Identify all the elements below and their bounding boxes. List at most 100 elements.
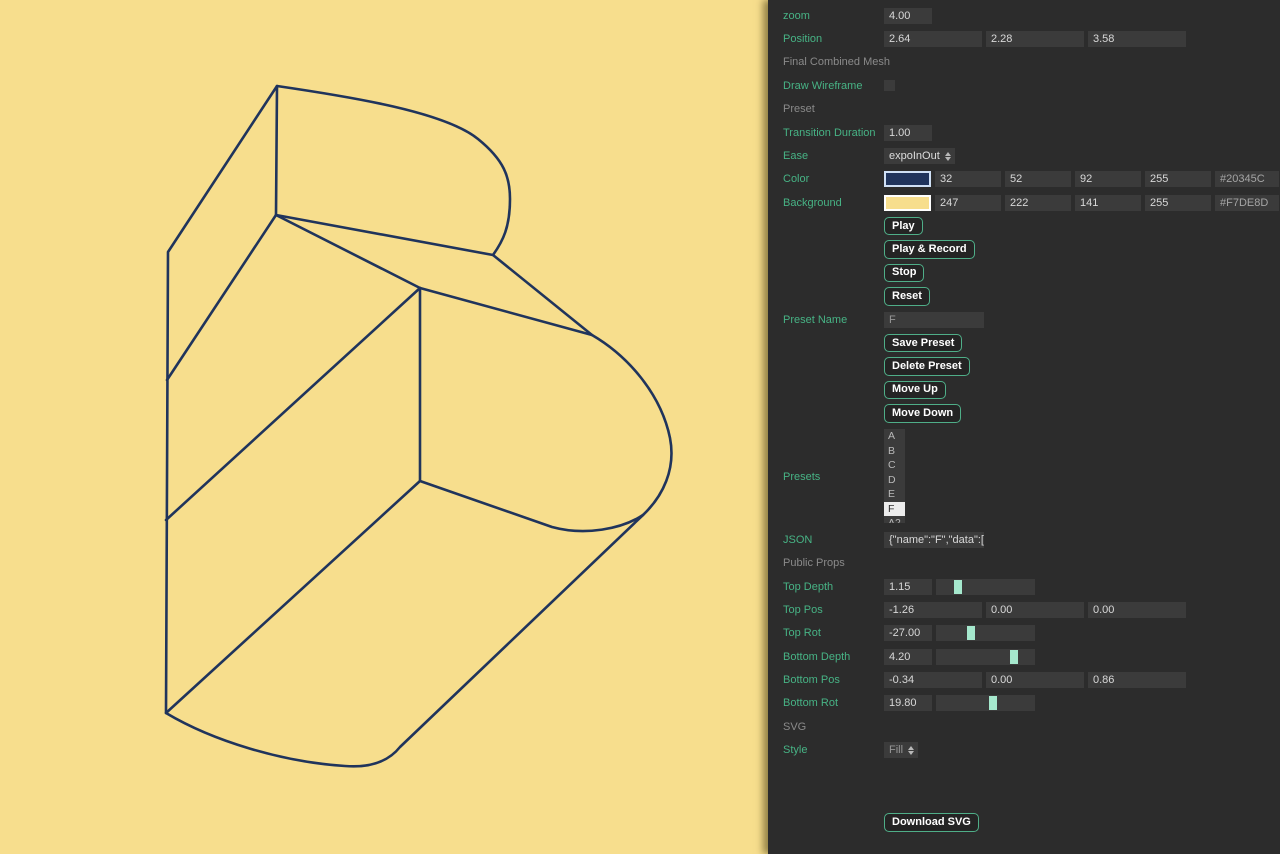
save-preset-button[interactable]: Save Preset [884,334,962,353]
control-row-move-down: Move Down [768,402,1280,425]
move-up-button[interactable]: Move Up [884,381,946,400]
bottom-depth-input[interactable]: 4.20 [884,649,932,665]
top-rot-input[interactable]: -27.00 [884,625,932,641]
ease-select[interactable]: expoInOut [884,148,955,164]
bottom-depth-slider[interactable] [936,649,1035,665]
bottom-depth-label: Bottom Depth [783,651,884,663]
position-y-input[interactable]: 2.28 [986,31,1084,47]
control-row-zoom: zoom 4.00 [768,4,1280,27]
control-row-background: Background 247 222 141 255 #F7DE8D [768,191,1280,214]
control-row-transition-duration: Transition Duration 1.00 [768,121,1280,144]
edge-top-vertical [276,86,277,215]
preset-item[interactable]: D [884,473,905,488]
section-preset: Preset [768,98,1280,121]
updown-arrows-icon [908,746,914,755]
top-depth-label: Top Depth [783,581,884,593]
bottom-rot-label: Bottom Rot [783,697,884,709]
control-row-json: JSON {"name":"F","data":[{ [768,528,1280,551]
bottom-pos-x-input[interactable]: -0.34 [884,672,982,688]
top-pos-z-input[interactable]: 0.00 [1088,602,1186,618]
control-row-reset: Reset [768,285,1280,308]
edge-top-left [167,215,276,380]
color-b-input[interactable]: 92 [1075,171,1141,187]
draw-wireframe-checkbox[interactable] [884,80,895,91]
control-row-download-svg: Download SVG [768,811,1280,834]
background-swatch[interactable] [884,195,931,211]
background-b-input[interactable]: 141 [1075,195,1141,211]
top-rot-slider[interactable] [936,625,1035,641]
style-select-value: Fill [889,742,903,758]
color-hex-input[interactable]: #20345C [1215,171,1279,187]
updown-arrows-icon [945,152,951,161]
presets-listbox[interactable]: A B C D E F A2 [884,429,905,523]
color-swatch[interactable] [884,171,931,187]
position-label: Position [783,33,884,45]
preset-name-input[interactable]: F [884,312,984,328]
section-public-props: Public Props [768,551,1280,574]
background-r-input[interactable]: 247 [935,195,1001,211]
color-g-input[interactable]: 52 [1005,171,1071,187]
edge-fin-lower [420,288,592,335]
control-row-top-pos: Top Pos -1.26 0.00 0.00 [768,598,1280,621]
color-r-input[interactable]: 32 [935,171,1001,187]
reset-button[interactable]: Reset [884,287,930,306]
preset-item[interactable]: B [884,444,905,459]
preset-name-label: Preset Name [783,314,884,326]
top-pos-y-input[interactable]: 0.00 [986,602,1084,618]
control-row-top-rot: Top Rot -27.00 [768,622,1280,645]
zoom-input[interactable]: 4.00 [884,8,932,24]
section-header: SVG [783,721,806,733]
color-label: Color [783,173,884,185]
zoom-label: zoom [783,10,884,22]
preset-item[interactable]: A2 [884,516,905,523]
bottom-pos-y-input[interactable]: 0.00 [986,672,1084,688]
style-select[interactable]: Fill [884,742,918,758]
background-hex-input[interactable]: #F7DE8D [1215,195,1279,211]
edge-bowl-bottom [420,481,643,531]
preset-item[interactable]: E [884,487,905,502]
json-input[interactable]: {"name":"F","data":[{ [884,532,984,548]
slider-thumb[interactable] [967,626,975,640]
slider-thumb[interactable] [989,696,997,710]
section-final-combined-mesh: Final Combined Mesh [768,51,1280,74]
bottom-pos-z-input[interactable]: 0.86 [1088,672,1186,688]
download-svg-button[interactable]: Download SVG [884,813,979,832]
slider-thumb[interactable] [1010,650,1018,664]
color-a-input[interactable]: 255 [1145,171,1211,187]
top-depth-input[interactable]: 1.15 [884,579,932,595]
control-panel: zoom 4.00 Position 2.64 2.28 3.58 Final … [768,0,1280,854]
viewport-canvas[interactable] [0,0,768,854]
play-button[interactable]: Play [884,217,923,236]
play-and-record-button[interactable]: Play & Record [884,240,975,259]
transition-duration-input[interactable]: 1.00 [884,125,932,141]
position-x-input[interactable]: 2.64 [884,31,982,47]
control-row-stop: Stop [768,261,1280,284]
top-pos-x-input[interactable]: -1.26 [884,602,982,618]
position-z-input[interactable]: 3.58 [1088,31,1186,47]
control-row-preset-name: Preset Name F [768,308,1280,331]
preset-item[interactable]: C [884,458,905,473]
draw-wireframe-label: Draw Wireframe [783,80,884,92]
background-g-input[interactable]: 222 [1005,195,1071,211]
delete-preset-button[interactable]: Delete Preset [884,357,970,376]
stop-button[interactable]: Stop [884,264,924,283]
control-row-draw-wireframe: Draw Wireframe [768,74,1280,97]
bottom-rot-slider[interactable] [936,695,1035,711]
json-label: JSON [783,534,884,546]
slider-thumb[interactable] [954,580,962,594]
preset-item-selected[interactable]: F [884,502,905,517]
app-window: zoom 4.00 Position 2.64 2.28 3.58 Final … [0,0,1280,854]
edge-top-extrude [276,215,420,288]
control-row-bottom-pos: Bottom Pos -0.34 0.00 0.86 [768,668,1280,691]
move-down-button[interactable]: Move Down [884,404,961,423]
preset-item[interactable]: A [884,429,905,444]
bottom-rot-input[interactable]: 19.80 [884,695,932,711]
background-a-input[interactable]: 255 [1145,195,1211,211]
control-row-save-preset: Save Preset [768,331,1280,354]
section-header: Final Combined Mesh [783,56,890,68]
control-row-ease: Ease expoInOut [768,144,1280,167]
control-row-style: Style Fill [768,739,1280,762]
top-depth-slider[interactable] [936,579,1035,595]
top-pos-label: Top Pos [783,604,884,616]
background-label: Background [783,197,884,209]
